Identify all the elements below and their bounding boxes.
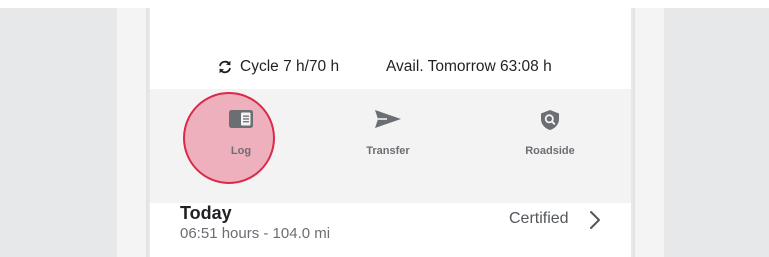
shield-search-icon <box>540 109 560 136</box>
chevron-right-icon <box>589 210 601 230</box>
cycle-text: Cycle 7 h/70 h <box>240 58 340 75</box>
certified-status: Certified <box>509 210 569 227</box>
transfer-button[interactable]: Transfer <box>328 89 448 203</box>
left-bezel <box>117 8 148 257</box>
refresh-icon <box>217 59 233 75</box>
today-title: Today <box>180 203 232 223</box>
roadside-button[interactable]: Roadside <box>490 89 610 203</box>
right-bezel <box>633 8 664 257</box>
hos-summary: Cycle 7 h/70 h Avail. Tomorrow 63:08 h <box>150 56 631 78</box>
logbook-icon <box>228 109 254 134</box>
today-summary: 06:51 hours - 104.0 mi <box>180 225 331 242</box>
available-tomorrow-text: Avail. Tomorrow 63:08 h <box>386 58 552 75</box>
app-screen: Cycle 7 h/70 h Avail. Tomorrow 63:08 h L… <box>150 8 631 257</box>
send-icon <box>374 109 402 134</box>
top-frame <box>0 0 769 8</box>
cycle-info: Cycle 7 h/70 h <box>217 56 339 78</box>
transfer-label: Transfer <box>366 145 410 157</box>
action-bar: Log Transfer Roadside <box>150 89 631 203</box>
log-label: Log <box>230 145 252 157</box>
today-log-row[interactable]: Today 06:51 hours - 104.0 mi Certified <box>150 203 631 257</box>
log-button[interactable]: Log <box>181 89 301 203</box>
roadside-label: Roadside <box>525 145 575 157</box>
